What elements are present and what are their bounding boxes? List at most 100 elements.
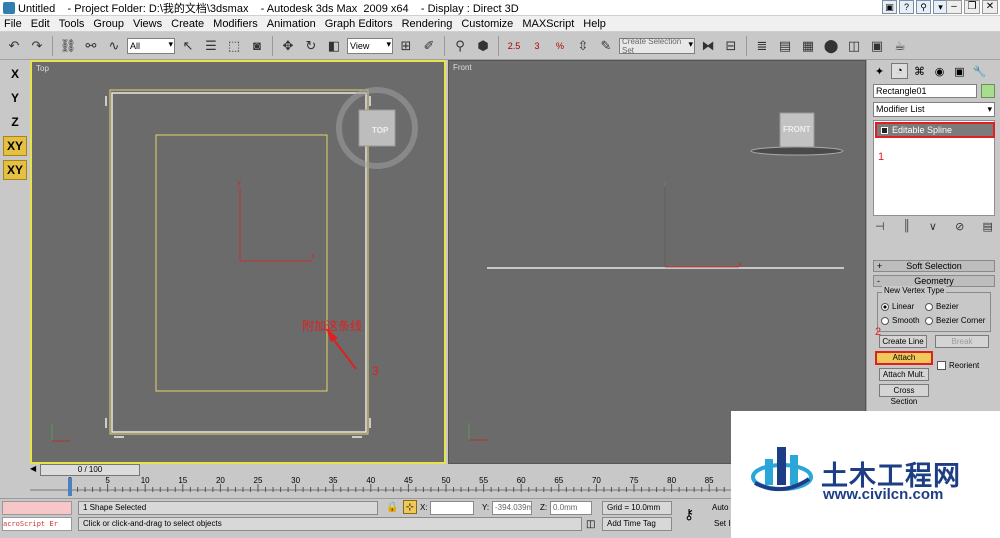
attach-button[interactable]: Attach — [875, 351, 933, 365]
constraint-xy-button[interactable]: XY — [3, 136, 27, 156]
menu-help[interactable]: Help — [583, 18, 606, 30]
pivot-center-icon[interactable]: ⊞ — [396, 36, 416, 56]
make-unique-icon[interactable]: ∨ — [929, 220, 937, 234]
edit-named-selection-icon[interactable]: ✎ — [596, 36, 616, 56]
select-by-name-icon[interactable]: ☰ — [201, 36, 221, 56]
snaps-toggle-icon[interactable]: 2.5 — [504, 36, 524, 56]
y-coordinate-input[interactable]: -394.039mi — [492, 501, 532, 515]
named-selection-sets-dropdown[interactable]: Create Selection Set — [619, 37, 695, 55]
spinner-snap-icon[interactable]: ⇳ — [573, 36, 593, 56]
radio-bezier[interactable]: Bezier — [925, 302, 959, 311]
create-line-button[interactable]: Create Line — [879, 335, 927, 348]
rectangular-selection-icon[interactable]: ⬚ — [224, 36, 244, 56]
add-time-tag-button[interactable]: Add Time Tag — [602, 517, 672, 531]
cross-section-button[interactable]: Cross Section — [879, 384, 929, 406]
soft-selection-rollout[interactable]: + Soft Selection — [873, 260, 995, 272]
top-viewport[interactable]: Top TOP y x 附加这条线 3 — [30, 60, 446, 464]
absolute-mode-transform-icon[interactable]: ⊹ — [403, 500, 417, 514]
percent-snap-icon[interactable]: % — [550, 36, 570, 56]
menu-maxscript[interactable]: MAXScript — [522, 18, 574, 30]
menu-group[interactable]: Group — [93, 18, 124, 30]
keyboard-shortcut-icon[interactable]: ⬢ — [473, 36, 493, 56]
select-link-icon[interactable]: ⛓ — [58, 36, 78, 56]
utilities-icon[interactable]: 🔧 — [971, 63, 988, 79]
help-icon[interactable]: ? — [899, 0, 914, 14]
window-crossing-icon[interactable]: ◙ — [247, 36, 267, 56]
display-icon[interactable]: ▣ — [951, 63, 968, 79]
search-icon[interactable]: ⚲ — [916, 0, 931, 14]
front-viewport[interactable]: Front FRONT z x — [448, 60, 866, 464]
radio-bezier-corner[interactable]: Bezier Corner — [925, 316, 985, 325]
remove-modifier-icon[interactable]: ⊘ — [955, 220, 964, 234]
expand-icon[interactable] — [881, 127, 888, 135]
add-time-tag-icon[interactable]: ◫ — [586, 518, 595, 532]
time-slider-thumb[interactable]: 0 / 100 — [40, 464, 140, 476]
viewcube-label[interactable]: FRONT — [783, 125, 811, 134]
redo-icon[interactable]: ↷ — [27, 36, 47, 56]
menu-graph-editors[interactable]: Graph Editors — [325, 18, 393, 30]
selection-filter-dropdown[interactable]: All — [127, 37, 175, 54]
radio-smooth[interactable]: Smooth — [881, 316, 920, 325]
attach-mult-button[interactable]: Attach Mult. — [879, 368, 929, 381]
object-name-field[interactable]: Rectangle01 — [873, 84, 977, 98]
reorient-checkbox[interactable]: Reorient — [937, 361, 979, 370]
break-button[interactable]: Break — [935, 335, 989, 348]
undo-icon[interactable]: ↶ — [4, 36, 24, 56]
constraint-x-button[interactable]: X — [3, 64, 27, 84]
maximize-button[interactable]: ❐ — [964, 0, 980, 14]
radio-linear[interactable]: Linear — [881, 302, 914, 311]
render-setup-icon[interactable]: ◫ — [844, 36, 864, 56]
hierarchy-icon[interactable]: ⌘ — [911, 63, 928, 79]
lock-selection-icon[interactable]: 🔒 — [386, 501, 398, 515]
menu-modifiers[interactable]: Modifiers — [213, 18, 258, 30]
z-coordinate-input[interactable]: 0.0mm — [550, 501, 592, 515]
curve-editor-icon[interactable]: ▤ — [775, 36, 795, 56]
menu-create[interactable]: Create — [171, 18, 204, 30]
quick-render-icon[interactable]: ☕ — [890, 36, 910, 56]
select-manipulate-icon[interactable]: ✐ — [419, 36, 439, 56]
viewcube-label[interactable]: TOP — [372, 126, 388, 135]
snap-toggle-icon[interactable]: ⚲ — [450, 36, 470, 56]
x-coordinate-input[interactable] — [430, 501, 474, 515]
material-editor-icon[interactable]: ⬤ — [821, 36, 841, 56]
modifier-list-dropdown[interactable]: Modifier List — [873, 102, 995, 117]
app-icon[interactable] — [3, 1, 15, 14]
menu-animation[interactable]: Animation — [267, 18, 316, 30]
move-icon[interactable]: ✥ — [278, 36, 298, 56]
create-icon[interactable]: ✦ — [871, 63, 888, 79]
modify-icon[interactable]: ◔ — [891, 63, 908, 79]
maxscript-mini-listener[interactable] — [2, 501, 72, 515]
menu-rendering[interactable]: Rendering — [402, 18, 453, 30]
subscription-icon[interactable]: ▣ — [882, 0, 897, 14]
close-button[interactable]: ✕ — [982, 0, 998, 14]
configure-modifier-sets-icon[interactable]: ▤ — [983, 220, 993, 234]
schematic-view-icon[interactable]: ▦ — [798, 36, 818, 56]
constraint-xy-cycle-button[interactable]: XY — [3, 160, 27, 180]
select-object-icon[interactable]: ↖ — [178, 36, 198, 56]
stack-item-editable-spline[interactable]: Editable Spline — [875, 122, 995, 138]
reference-coordinate-dropdown[interactable]: View — [347, 37, 393, 54]
pin-stack-icon[interactable]: ⊣ — [875, 220, 885, 234]
auto-key-button[interactable]: Auto — [712, 501, 728, 515]
layer-manager-icon[interactable]: ≣ — [752, 36, 772, 56]
menu-customize[interactable]: Customize — [461, 18, 513, 30]
previous-frame-icon[interactable]: ◀ — [30, 464, 36, 473]
angle-snap-icon[interactable]: 3 — [527, 36, 547, 56]
bind-space-warp-icon[interactable]: ∿ — [104, 36, 124, 56]
maxscript-output[interactable]: acroScript Er — [2, 517, 72, 531]
rotate-icon[interactable]: ↻ — [301, 36, 321, 56]
align-icon[interactable]: ⊟ — [721, 36, 741, 56]
constraint-z-button[interactable]: Z — [3, 112, 27, 132]
rendered-frame-window-icon[interactable]: ▣ — [867, 36, 887, 56]
object-color-swatch[interactable] — [981, 84, 995, 98]
show-end-result-icon[interactable]: ║ — [903, 220, 911, 234]
menu-views[interactable]: Views — [133, 18, 162, 30]
minimize-button[interactable]: – — [946, 0, 962, 14]
menu-edit[interactable]: Edit — [31, 18, 50, 30]
mirror-icon[interactable]: ⧓ — [698, 36, 718, 56]
menu-tools[interactable]: Tools — [59, 18, 85, 30]
unlink-icon[interactable]: ⚯ — [81, 36, 101, 56]
constraint-y-button[interactable]: Y — [3, 88, 27, 108]
set-key-button[interactable]: Set I — [714, 517, 730, 531]
set-key-icon[interactable]: ⚷ — [684, 507, 694, 521]
